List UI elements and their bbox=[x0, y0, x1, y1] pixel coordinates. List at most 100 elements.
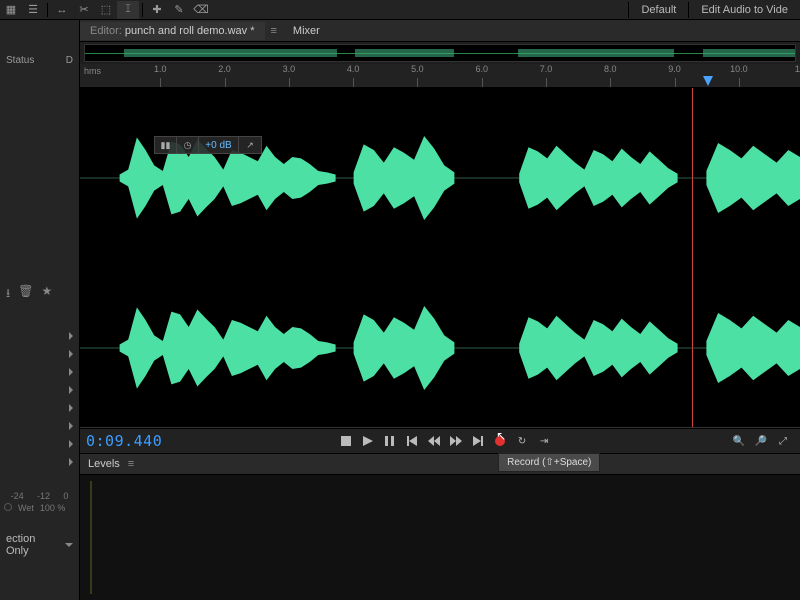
meter-tick: -12 bbox=[37, 491, 50, 501]
skip-selection-button[interactable]: ⇥ bbox=[534, 431, 554, 451]
heal-tool-icon[interactable]: ✚ bbox=[146, 1, 168, 19]
editor-main: Editor: punch and roll demo.wav * ≡ Mixe… bbox=[80, 20, 800, 600]
ruler-tick: 6.0 bbox=[467, 64, 497, 74]
gain-bars-icon[interactable]: ▮▮ bbox=[155, 137, 177, 153]
left-sidebar: Status D ⭳ 🗑 ★ -24 -12 0 Wet 100 % ectio… bbox=[0, 20, 80, 600]
file-name: punch and roll demo.wav bbox=[125, 25, 247, 37]
bypass-toggle-icon[interactable] bbox=[4, 503, 12, 511]
playhead-marker-icon[interactable] bbox=[703, 76, 713, 86]
eraser-tool-icon[interactable]: ⌫ bbox=[190, 1, 212, 19]
ruler-tick: 7.0 bbox=[531, 64, 561, 74]
levels-panel-header[interactable]: Levels ≡ bbox=[80, 454, 800, 474]
ruler-tick: 8.0 bbox=[595, 64, 625, 74]
ruler-tick: 10.0 bbox=[724, 64, 754, 74]
play-button[interactable] bbox=[358, 431, 378, 451]
tooltip-record: Record (⇧+Space) bbox=[498, 453, 600, 472]
waveform-editor[interactable]: ▮▮ ◷ +0 dB ↗ bbox=[80, 88, 800, 428]
chevron-right-icon bbox=[69, 422, 73, 430]
ruler-tick: 11.0 bbox=[788, 64, 800, 74]
rewind-button[interactable] bbox=[424, 431, 444, 451]
record-button[interactable] bbox=[490, 431, 510, 451]
ruler-unit: hms bbox=[84, 66, 101, 76]
level-meter-track bbox=[90, 481, 92, 594]
import-icon[interactable]: ⭳ bbox=[6, 284, 10, 305]
fx-slot[interactable] bbox=[0, 381, 79, 399]
zoom-fit-button[interactable]: ⤢ bbox=[773, 431, 793, 451]
ruler-tick: 9.0 bbox=[660, 64, 690, 74]
meter-tick: 0 bbox=[63, 491, 68, 501]
gain-value[interactable]: +0 dB bbox=[199, 137, 239, 153]
chevron-right-icon bbox=[69, 458, 73, 466]
panel-menu-icon[interactable]: ≡ bbox=[128, 458, 134, 470]
trash-icon[interactable]: 🗑 bbox=[18, 284, 33, 305]
ruler-tick: 5.0 bbox=[402, 64, 432, 74]
chevron-right-icon bbox=[69, 350, 73, 358]
chevron-down-icon bbox=[65, 543, 73, 547]
duration-abbrev: D bbox=[66, 55, 73, 66]
ruler-tick: 2.0 bbox=[210, 64, 240, 74]
timecode-display[interactable]: 0:09.440 bbox=[86, 432, 162, 450]
gain-pin-icon[interactable]: ↗ bbox=[239, 137, 261, 153]
levels-title: Levels bbox=[88, 458, 120, 470]
selection-only-label: ection Only bbox=[6, 533, 59, 557]
razor-tool-icon[interactable]: ✂ bbox=[73, 1, 95, 19]
tab-mixer[interactable]: Mixer bbox=[283, 22, 330, 40]
workspace-edit-audio-button[interactable]: Edit Audio to Vide bbox=[688, 2, 800, 18]
editor-prefix: Editor: bbox=[90, 25, 122, 37]
toolbar-divider bbox=[47, 3, 48, 17]
effects-rack-list bbox=[0, 327, 79, 471]
fx-slot[interactable] bbox=[0, 327, 79, 345]
file-status-header: Status D bbox=[0, 20, 79, 70]
chevron-right-icon bbox=[69, 332, 73, 340]
meter-tick: -24 bbox=[11, 491, 24, 501]
time-select-tool-icon[interactable]: 𝙸 bbox=[117, 1, 139, 19]
ruler-tick: 1.0 bbox=[145, 64, 175, 74]
toolbar-divider bbox=[142, 3, 143, 17]
pause-button[interactable] bbox=[380, 431, 400, 451]
gain-clock-icon[interactable]: ◷ bbox=[177, 137, 199, 153]
favorite-icon[interactable]: ★ bbox=[41, 284, 52, 305]
brush-tool-icon[interactable]: ✎ bbox=[168, 1, 190, 19]
sidebar-actions: ⭳ 🗑 ★ bbox=[0, 280, 79, 309]
wet-value: 100 % bbox=[40, 503, 66, 513]
editor-tabbar: Editor: punch and roll demo.wav * ≡ Mixe… bbox=[80, 20, 800, 42]
loop-button[interactable]: ↻ bbox=[512, 431, 532, 451]
dirty-marker: * bbox=[250, 25, 254, 37]
workspace-default-button[interactable]: Default bbox=[628, 2, 688, 18]
ruler-tick: 4.0 bbox=[338, 64, 368, 74]
sidebar-meter: -24 -12 0 Wet 100 % bbox=[0, 489, 79, 515]
fx-slot[interactable] bbox=[0, 453, 79, 471]
stop-button[interactable] bbox=[336, 431, 356, 451]
multitrack-view-icon[interactable]: ☰ bbox=[22, 1, 44, 19]
panel-menu-icon[interactable]: ≡ bbox=[265, 25, 283, 37]
fast-forward-button[interactable] bbox=[446, 431, 466, 451]
transport-bar: 0:09.440 ↻ ⇥ 🔍 🔎 ⤢ bbox=[80, 428, 800, 454]
waveform-view-icon[interactable]: ▦ bbox=[0, 1, 22, 19]
fx-slot[interactable] bbox=[0, 399, 79, 417]
time-ruler[interactable]: hms 1.0 2.0 3.0 4.0 5.0 6.0 7.0 8.0 9.0 10.0 11.0 bbox=[80, 64, 800, 88]
skip-previous-button[interactable] bbox=[402, 431, 422, 451]
skip-next-button[interactable] bbox=[468, 431, 488, 451]
chevron-right-icon bbox=[69, 440, 73, 448]
gain-hud[interactable]: ▮▮ ◷ +0 dB ↗ bbox=[154, 136, 262, 154]
overview-waveform[interactable] bbox=[84, 44, 796, 62]
move-tool-icon[interactable]: ↔ bbox=[51, 1, 73, 19]
levels-panel-body bbox=[80, 474, 800, 600]
chevron-right-icon bbox=[69, 368, 73, 376]
top-toolbar: ▦ ☰ ↔ ✂ ⬚ 𝙸 ✚ ✎ ⌫ Default Edit Audio to … bbox=[0, 0, 800, 20]
playhead-line[interactable] bbox=[692, 88, 693, 427]
wet-label: Wet bbox=[18, 503, 34, 513]
fx-slot[interactable] bbox=[0, 435, 79, 453]
zoom-in-button[interactable]: 🔍 bbox=[729, 431, 749, 451]
selection-only-dropdown[interactable]: ection Only bbox=[0, 529, 79, 561]
chevron-right-icon bbox=[69, 386, 73, 394]
fx-slot[interactable] bbox=[0, 363, 79, 381]
status-label: Status bbox=[6, 55, 66, 66]
tab-editor[interactable]: Editor: punch and roll demo.wav * bbox=[80, 22, 265, 40]
zoom-out-button[interactable]: 🔎 bbox=[751, 431, 771, 451]
fx-slot[interactable] bbox=[0, 417, 79, 435]
fx-slot[interactable] bbox=[0, 345, 79, 363]
marquee-tool-icon[interactable]: ⬚ bbox=[95, 1, 117, 19]
chevron-right-icon bbox=[69, 404, 73, 412]
ruler-tick: 3.0 bbox=[274, 64, 304, 74]
